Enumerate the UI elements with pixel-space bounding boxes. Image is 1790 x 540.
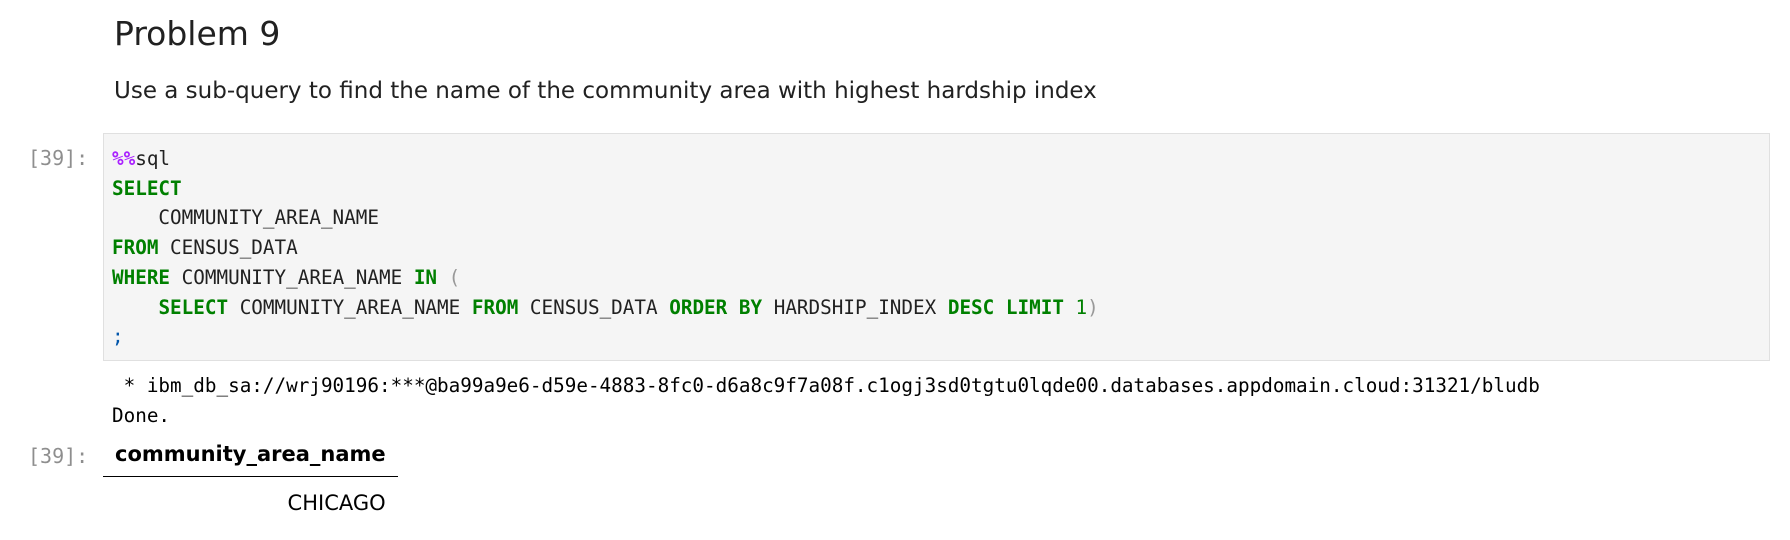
table-header-row: community_area_name — [103, 438, 398, 477]
subquery-table: CENSUS_DATA — [518, 295, 670, 319]
problem-heading: Problem 9 — [114, 14, 281, 53]
keyword-select: SELECT — [112, 176, 182, 200]
problem-description: Use a sub-query to find the name of the … — [114, 78, 1097, 104]
connection-string: * ibm_db_sa://wrj90196:***@ba99a9e6-d59e… — [112, 374, 1540, 397]
subquery-column: COMMUNITY_AREA_NAME — [228, 295, 472, 319]
done-status: Done. — [112, 403, 171, 427]
keyword-in: IN — [413, 265, 438, 289]
open-paren: ( — [437, 265, 461, 289]
subquery-keyword-limit: LIMIT — [1005, 295, 1064, 319]
table-cell: CHICAGO — [287, 491, 386, 515]
magic-prefix: %% — [112, 147, 136, 170]
subquery-limit-value: 1 — [1075, 295, 1088, 319]
magic-name: sql — [135, 147, 171, 170]
semicolon: ; — [112, 325, 124, 349]
output-prompt: [39]: — [28, 444, 89, 468]
keyword-where: WHERE — [112, 265, 171, 289]
column-header-community-area-name: community_area_name — [103, 438, 398, 477]
stream-output: * ibm_db_sa://wrj90196:***@ba99a9e6-d59e… — [112, 371, 1540, 430]
result-table: community_area_name CHICAGO — [103, 438, 398, 521]
notebook: Problem 9 Use a sub-query to find the na… — [0, 0, 1790, 540]
close-paren: ) — [1087, 295, 1099, 319]
keyword-from: FROM — [112, 236, 159, 260]
subquery-keyword-select: SELECT — [158, 295, 229, 319]
table-row: CHICAGO — [103, 477, 398, 522]
subquery-keyword-order: ORDER — [669, 295, 728, 319]
input-prompt: [39]: — [28, 146, 89, 170]
subquery-keyword-by: BY — [738, 295, 763, 319]
subquery-keyword-from: FROM — [471, 295, 519, 319]
subquery-keyword-desc: DESC — [947, 295, 995, 319]
from-table: CENSUS_DATA — [158, 236, 298, 260]
code-cell-editor[interactable]: %%sql SELECT COMMUNITY_AREA_NAME FROM CE… — [103, 133, 1770, 361]
select-column: COMMUNITY_AREA_NAME — [112, 206, 379, 230]
where-column: COMMUNITY_AREA_NAME — [170, 265, 414, 289]
sql-code: %%sql SELECT COMMUNITY_AREA_NAME FROM CE… — [112, 144, 1099, 352]
subquery-order-column: HARDSHIP_INDEX — [762, 295, 948, 319]
